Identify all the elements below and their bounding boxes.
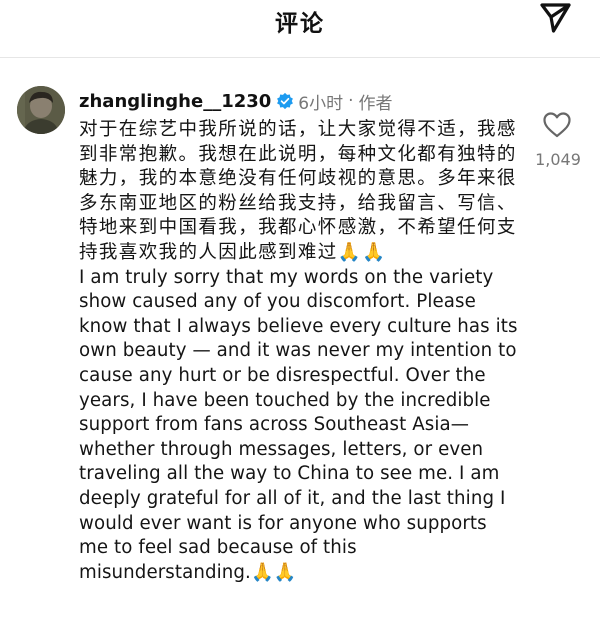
separator-dot: · — [348, 91, 354, 111]
author-label: 作者 — [358, 93, 393, 114]
comment-text-english: I am truly sorry that my words on the va… — [79, 266, 518, 583]
avatar[interactable] — [17, 86, 65, 134]
header: 评论 — [0, 0, 600, 56]
avatar-image — [17, 86, 65, 134]
verified-badge-icon — [277, 92, 294, 110]
header-divider — [0, 57, 600, 58]
paper-plane-icon[interactable] — [534, 0, 574, 36]
heart-icon[interactable] — [542, 111, 572, 139]
comment-meta: zhanglinghe__1230 6小时 · 作者 — [79, 88, 393, 114]
page-title: 评论 — [275, 11, 325, 37]
comment-body: 对于在综艺中我所说的话，让大家觉得不适，我感到非常抱歉。我想在此说明，每种文化都… — [79, 118, 519, 585]
like-count: 1,049 — [535, 150, 581, 169]
comment-text-chinese: 对于在综艺中我所说的话，让大家觉得不适，我感到非常抱歉。我想在此说明，每种文化都… — [79, 119, 517, 263]
username[interactable]: zhanglinghe__1230 — [79, 91, 271, 112]
timestamp: 6小时 — [298, 93, 344, 114]
